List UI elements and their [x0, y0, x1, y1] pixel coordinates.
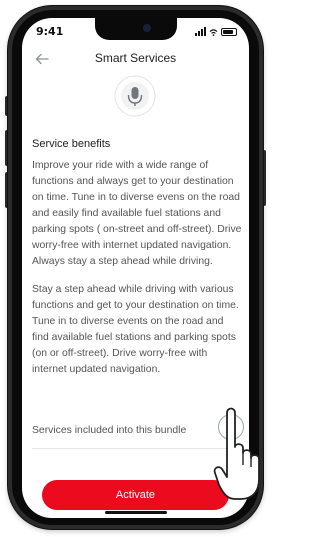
signal-icon [195, 27, 206, 36]
pointing-hand-icon [213, 407, 260, 500]
divider [32, 448, 242, 449]
benefits-paragraph-2: Stay a step ahead while driving with var… [32, 284, 239, 375]
bundle-label: Services included into this bundle [32, 424, 187, 436]
service-hero-image [114, 75, 156, 117]
activate-button[interactable]: Activate [42, 480, 229, 510]
home-indicator [105, 511, 167, 514]
notch [95, 18, 177, 40]
battery-icon [221, 28, 237, 36]
camera-dot-icon [143, 24, 151, 32]
wifi-icon [209, 29, 218, 36]
status-icons [195, 27, 237, 36]
microphone-icon [114, 75, 156, 117]
service-benefits-section: Service benefits Improve your ride with … [32, 138, 242, 390]
benefits-paragraph-1: Improve your ride with a wide range of f… [32, 160, 242, 267]
page-title: Smart Services [94, 51, 177, 65]
section-title: Service benefits [32, 138, 111, 150]
services-bundle-row[interactable]: Services included into this bundle [32, 414, 244, 446]
status-time: 9:41 [36, 25, 64, 38]
top-navigation: Smart Services [22, 48, 249, 72]
